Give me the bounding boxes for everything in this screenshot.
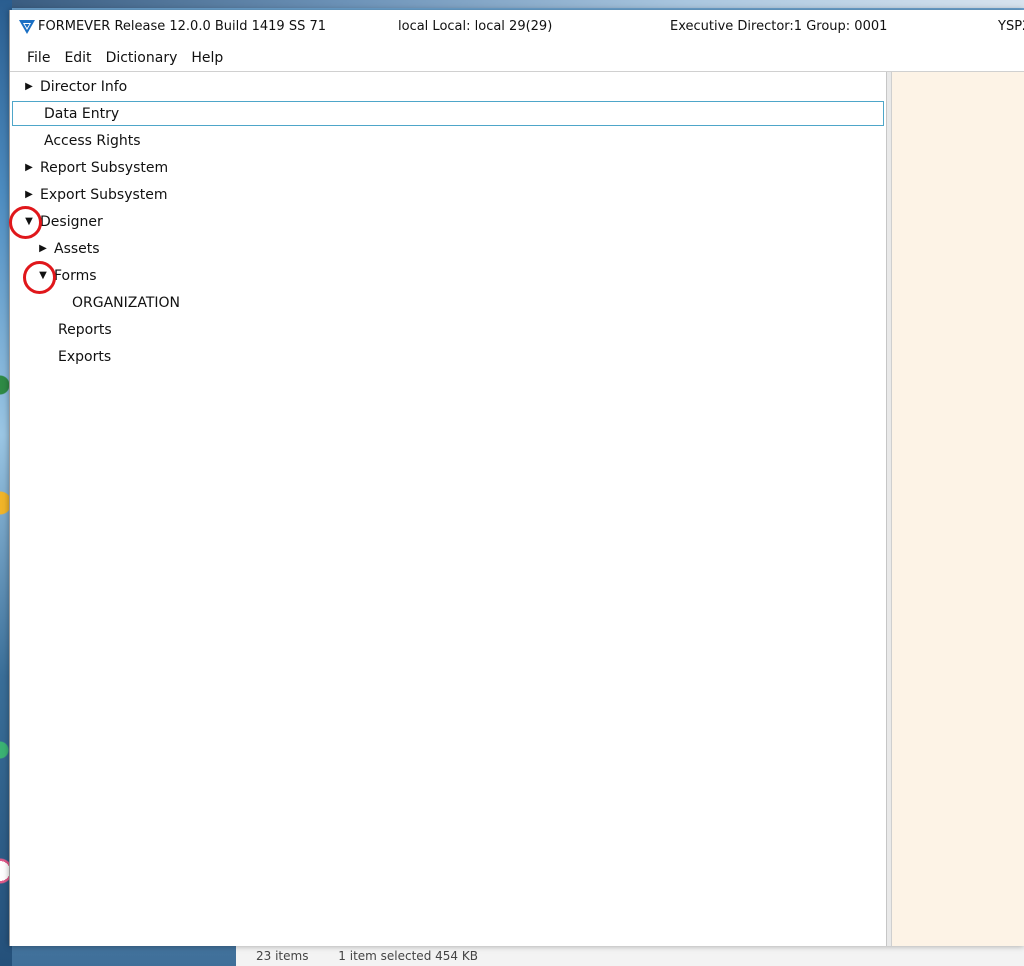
tree-item-label: ORGANIZATION (72, 294, 181, 311)
navigation-tree[interactable]: ▶ Director Info Data Entry Access Rights… (10, 72, 887, 946)
menu-file[interactable]: File (20, 46, 57, 70)
tree-item-assets[interactable]: ▶ Assets (12, 236, 884, 261)
expanded-caret-icon[interactable]: ▼ (22, 215, 36, 229)
tree-item-label: Assets (54, 240, 100, 257)
tree-item-director-info[interactable]: ▶ Director Info (12, 74, 884, 99)
tree-item-label: Exports (58, 348, 112, 365)
desktop-wallpaper (12, 0, 1024, 8)
collapsed-caret-icon[interactable]: ▶ (36, 242, 50, 256)
tree-item-reports[interactable]: Reports (12, 317, 884, 342)
detail-pane (892, 72, 1024, 946)
tree-item-label: Designer (40, 213, 103, 230)
tree-item-label: Export Subsystem (40, 186, 168, 203)
tree-item-label: Reports (58, 321, 112, 338)
tree-item-label: Data Entry (44, 105, 120, 122)
connection-info: local Local: local 29(29) (398, 19, 553, 34)
tree-item-report-subsystem[interactable]: ▶ Report Subsystem (12, 155, 884, 180)
role-info: Executive Director:1 Group: 0001 (670, 19, 888, 34)
menu-bar: File Edit Dictionary Help (10, 44, 1024, 72)
collapsed-caret-icon[interactable]: ▶ (22, 188, 36, 202)
tree-item-access-rights[interactable]: Access Rights (12, 128, 884, 153)
tree-item-label: Forms (54, 267, 97, 284)
window-title: FORMEVER Release 12.0.0 Build 1419 SS 71 (38, 19, 327, 34)
tree-item-designer[interactable]: ▼ Designer (12, 209, 884, 234)
tree-item-organization[interactable]: ORGANIZATION (12, 290, 884, 315)
collapsed-caret-icon[interactable]: ▶ (22, 80, 36, 94)
tree-item-export-subsystem[interactable]: ▶ Export Subsystem (12, 182, 884, 207)
menu-help[interactable]: Help (184, 46, 230, 70)
app-window: FORMEVER Release 12.0.0 Build 1419 SS 71… (9, 10, 1024, 946)
expanded-caret-icon[interactable]: ▼ (36, 269, 50, 283)
title-bar[interactable]: FORMEVER Release 12.0.0 Build 1419 SS 71… (10, 10, 1024, 44)
tree-item-label: Director Info (40, 78, 128, 95)
tree-item-label: Report Subsystem (40, 159, 169, 176)
tree-item-label: Access Rights (44, 132, 141, 149)
status-selection: 1 item selected 454 KB (338, 949, 478, 963)
tree-item-exports[interactable]: Exports (12, 344, 884, 369)
status-item-count: 23 items (256, 949, 309, 963)
formever-logo-icon (19, 20, 35, 34)
collapsed-caret-icon[interactable]: ▶ (22, 161, 36, 175)
tree-item-forms[interactable]: ▼ Forms (12, 263, 884, 288)
background-window-status-bar: 23 items 1 item selected 454 KB (236, 944, 1024, 966)
user-info: YSP2 (998, 19, 1024, 34)
main-content: ▶ Director Info Data Entry Access Rights… (10, 72, 1024, 946)
menu-edit[interactable]: Edit (57, 46, 98, 70)
menu-dictionary[interactable]: Dictionary (99, 46, 185, 70)
tree-item-data-entry[interactable]: Data Entry (12, 101, 884, 126)
